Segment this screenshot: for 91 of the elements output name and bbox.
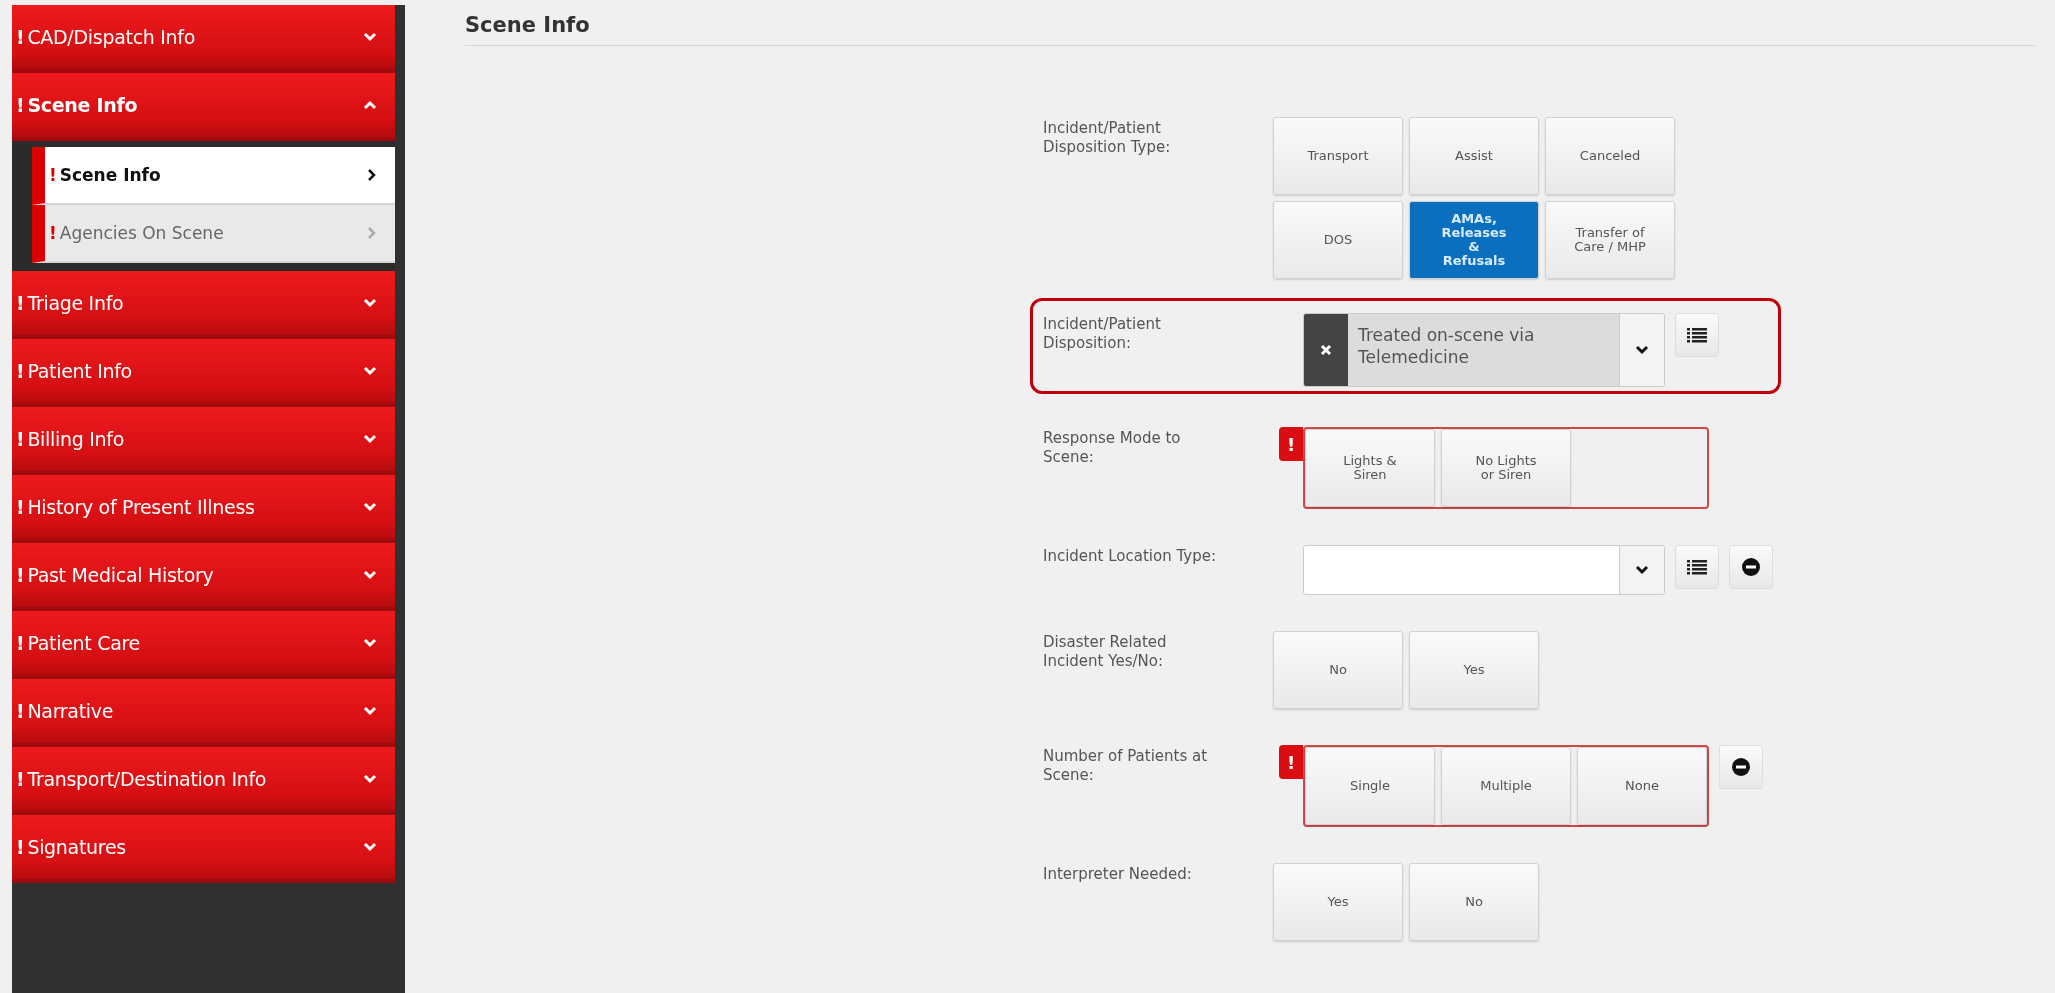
- option-button[interactable]: Transfer of Care / MHP: [1545, 201, 1675, 279]
- section-label: History of Present Illness: [27, 496, 256, 518]
- alert-mark: !: [16, 428, 25, 450]
- select-field[interactable]: [1303, 545, 1665, 595]
- option-button[interactable]: AMAs, Releases & Refusals: [1409, 201, 1539, 279]
- chevron-down-icon: [363, 298, 377, 308]
- chevron-down-icon: [363, 434, 377, 444]
- sidebar-section[interactable]: !Past Medical History: [12, 543, 395, 611]
- alert-badge: !: [1279, 427, 1303, 461]
- clear-button[interactable]: [1304, 314, 1348, 386]
- list-button[interactable]: [1675, 313, 1719, 357]
- alert-mark: !: [16, 360, 25, 382]
- list-icon: [1687, 327, 1707, 343]
- alert-mark: !: [49, 165, 57, 185]
- chevron-down-icon: [363, 366, 377, 376]
- page-title: Scene Info: [465, 5, 2035, 46]
- field-label: Disaster Related Incident Yes/No:: [1043, 632, 1168, 671]
- option-button[interactable]: None: [1577, 747, 1707, 825]
- sidebar-section[interactable]: !Patient Info: [12, 339, 395, 407]
- section-label: Signatures: [27, 836, 127, 858]
- section-label: Past Medical History: [27, 564, 215, 586]
- remove-button[interactable]: [1719, 745, 1763, 789]
- chevron-down-icon: [363, 774, 377, 784]
- option-button[interactable]: No: [1409, 863, 1539, 941]
- list-icon: [1687, 559, 1707, 575]
- section-label: Billing Info: [27, 428, 126, 450]
- chevron-right-icon: [367, 168, 377, 182]
- option-button[interactable]: Yes: [1273, 863, 1403, 941]
- chevron-down-icon: [363, 570, 377, 580]
- section-label: Patient Care: [27, 632, 141, 654]
- field-label: Incident/Patient Disposition:: [1043, 314, 1162, 353]
- option-button[interactable]: DOS: [1273, 201, 1403, 279]
- select-field[interactable]: Treated on-scene via Telemedicine: [1303, 313, 1665, 387]
- sidebar-section[interactable]: !Signatures: [12, 815, 395, 883]
- sidebar-section[interactable]: !History of Present Illness: [12, 475, 395, 543]
- option-button[interactable]: No: [1273, 631, 1403, 709]
- option-button[interactable]: Lights & Siren: [1305, 429, 1435, 507]
- alert-mark: !: [16, 700, 25, 722]
- section-label: Scene Info: [27, 94, 139, 116]
- option-button[interactable]: Multiple: [1441, 747, 1571, 825]
- section-label: CAD/Dispatch Info: [27, 26, 197, 48]
- alert-badge: !: [1279, 745, 1303, 779]
- item-label: Agencies On Scene: [59, 223, 225, 243]
- option-button[interactable]: Yes: [1409, 631, 1539, 709]
- sidebar-section[interactable]: !CAD/Dispatch Info: [12, 5, 395, 73]
- chevron-down-icon: [1635, 565, 1649, 575]
- sidebar-item[interactable]: ! Scene Info: [32, 147, 395, 205]
- sidebar-section[interactable]: !Transport/Destination Info: [12, 747, 395, 815]
- chevron-down-icon: [363, 842, 377, 852]
- chevron-up-icon: [363, 100, 377, 110]
- section-label: Narrative: [27, 700, 115, 722]
- chevron-down-icon: [363, 706, 377, 716]
- field-label: Number of Patients at Scene:: [1043, 746, 1209, 785]
- option-button[interactable]: Transport: [1273, 117, 1403, 195]
- list-button[interactable]: [1675, 545, 1719, 589]
- alert-mark: !: [49, 223, 57, 243]
- close-icon: [1320, 344, 1332, 356]
- alert-mark: !: [16, 632, 25, 654]
- option-button[interactable]: Assist: [1409, 117, 1539, 195]
- field-label: Incident/Patient Disposition Type:: [1043, 118, 1172, 157]
- chevron-down-icon: [1635, 345, 1649, 355]
- field-label: Incident Location Type:: [1043, 546, 1217, 566]
- alert-mark: !: [16, 836, 25, 858]
- chevron-down-icon: [363, 638, 377, 648]
- sidebar-section[interactable]: !Billing Info: [12, 407, 395, 475]
- chevron-down-icon: [363, 502, 377, 512]
- alert-mark: !: [16, 26, 25, 48]
- remove-icon: [1732, 758, 1750, 776]
- sidebar-section[interactable]: !Scene Info: [12, 73, 395, 141]
- alert-mark: !: [16, 94, 25, 116]
- option-button[interactable]: No Lights or Siren: [1441, 429, 1571, 507]
- sidebar-item[interactable]: ! Agencies On Scene: [32, 205, 395, 263]
- sidebar-section[interactable]: !Patient Care: [12, 611, 395, 679]
- option-button[interactable]: Single: [1305, 747, 1435, 825]
- alert-mark: !: [16, 768, 25, 790]
- remove-button[interactable]: [1729, 545, 1773, 589]
- alert-mark: !: [16, 564, 25, 586]
- alert-mark: !: [16, 496, 25, 518]
- section-label: Patient Info: [27, 360, 133, 382]
- option-button[interactable]: Canceled: [1545, 117, 1675, 195]
- field-label: Response Mode to Scene:: [1043, 428, 1182, 467]
- field-label: Interpreter Needed:: [1043, 864, 1193, 884]
- item-label: Scene Info: [59, 165, 162, 185]
- sidebar-section[interactable]: !Narrative: [12, 679, 395, 747]
- chevron-right-icon: [367, 226, 377, 240]
- section-label: Triage Info: [27, 292, 125, 314]
- sidebar-section[interactable]: !Triage Info: [12, 271, 395, 339]
- chevron-down-icon: [363, 32, 377, 42]
- alert-mark: !: [16, 292, 25, 314]
- section-label: Transport/Destination Info: [27, 768, 268, 790]
- remove-icon: [1742, 558, 1760, 576]
